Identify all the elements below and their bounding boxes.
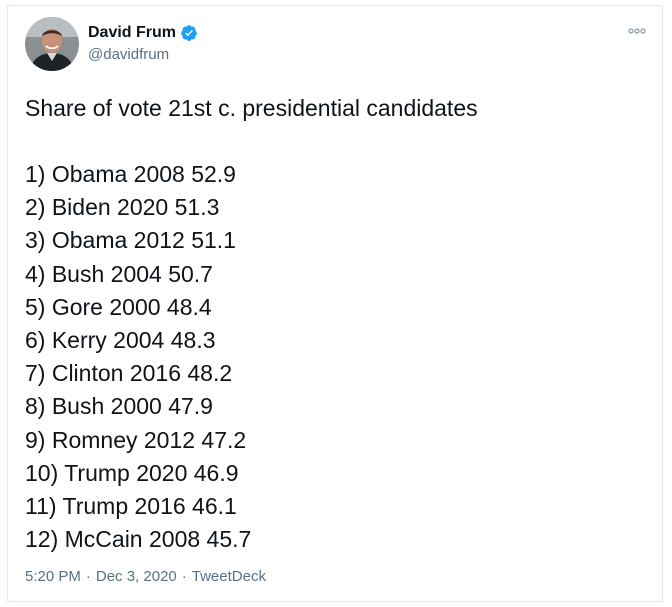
list-item: 1) Obama 2008 52.9 [25,161,236,187]
tweet-source-link[interactable]: TweetDeck [192,568,266,585]
meta-separator: · [181,568,187,585]
author-handle[interactable]: @davidfrum [88,46,169,63]
list-item: 7) Clinton 2016 48.2 [25,360,233,387]
list-item: 11) Trump 2016 46.1 [25,492,237,519]
meta-separator: · [85,568,91,585]
list-item: 8) Bush 2000 47.9 [25,393,213,420]
tweet-text: Share of vote 21st c. presidential candi… [25,92,645,556]
avatar[interactable] [25,17,79,71]
avatar-image [25,17,79,71]
list-item: 3) Obama 2012 51.1 [25,227,236,254]
tweet-meta: 5:20 PM · Dec 3, 2020 · TweetDeck [25,568,266,585]
list-item: 12) McCain 2008 45.7 [25,526,252,553]
ranking-list: 1) Obama 2008 52.9 2) Biden 2020 51.3 3)… [25,158,645,556]
list-item: 6) Kerry 2004 48.3 [25,326,216,353]
tweet-card: David Frum @davidfrum Share of vote 21st… [7,5,663,602]
tweet-time[interactable]: 5:20 PM [25,568,81,585]
list-item: 10) Trump 2020 46.9 [25,459,239,486]
list-item: 4) Bush 2004 50.7 [25,260,213,287]
author-name[interactable]: David Frum [88,24,176,42]
list-item: 9) Romney 2012 47.2 [25,426,247,453]
list-item: 5) Gore 2000 48.4 [25,293,212,320]
verified-badge-icon [180,24,198,42]
list-item: 2) Biden 2020 51.3 [25,194,220,221]
more-options-icon[interactable] [628,23,646,34]
tweet-title: Share of vote 21st c. presidential candi… [25,95,478,121]
tweet-date[interactable]: Dec 3, 2020 [96,568,177,585]
author-name-row: David Frum [88,22,198,44]
